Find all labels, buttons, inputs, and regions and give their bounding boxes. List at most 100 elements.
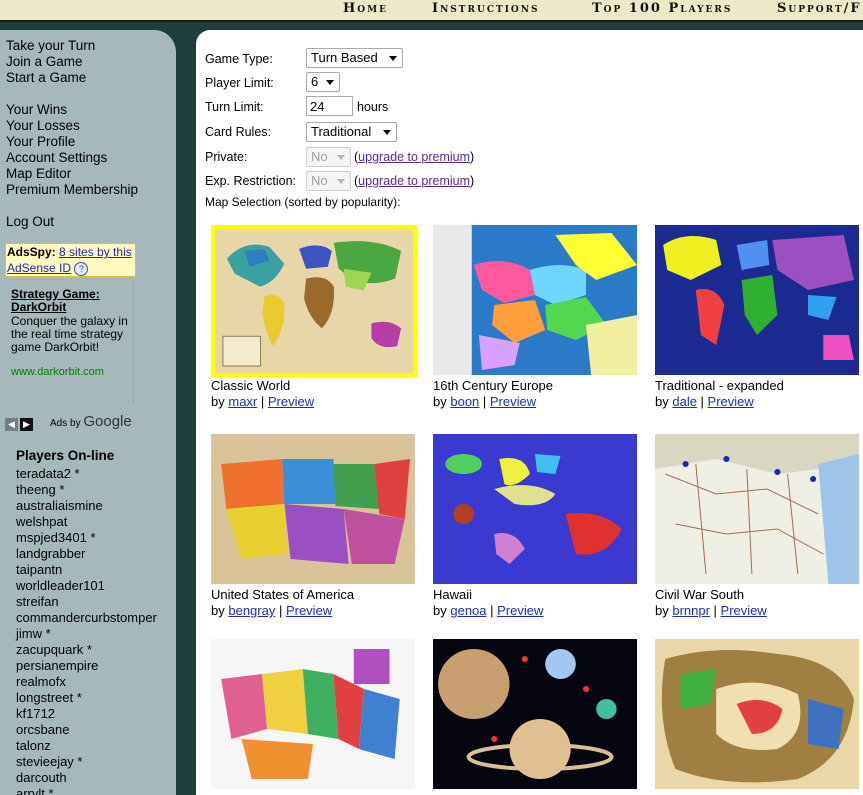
player-online-item[interactable]: orcsbane	[16, 722, 157, 738]
player-online-item[interactable]: theeng *	[16, 482, 157, 498]
turn-limit-unit: hours	[357, 100, 389, 114]
map-credit: by brnnpr | Preview	[655, 603, 767, 618]
map-preview-link[interactable]: Preview	[286, 603, 332, 618]
map-card: 16th Century Europe by boon | Preview	[433, 225, 643, 415]
map-thumbnail-hawaii[interactable]	[433, 434, 637, 584]
sidebar-take-your-turn[interactable]: Take your Turn	[6, 38, 95, 53]
player-online-item[interactable]: realmofx	[16, 674, 157, 690]
map-card	[433, 639, 643, 795]
sidebar-your-profile[interactable]: Your Profile	[6, 134, 75, 149]
chevron-right-icon[interactable]: ▶	[20, 418, 33, 431]
game-type-value: Turn Based	[311, 50, 378, 65]
player-online-item[interactable]: arrylt *	[16, 786, 157, 795]
sidebar-premium-membership[interactable]: Premium Membership	[6, 182, 138, 197]
map-thumbnail-fantasy-realm[interactable]	[655, 639, 859, 789]
ad-title[interactable]: Strategy Game: DarkOrbit	[11, 288, 131, 314]
exp-restriction-upgrade-link[interactable]: upgrade to premium	[358, 174, 470, 188]
map-preview-link[interactable]: Preview	[708, 394, 754, 409]
player-online-item[interactable]: stevieejay *	[16, 754, 157, 770]
by-label: by	[211, 394, 225, 409]
map-thumbnail-canada[interactable]	[211, 639, 415, 789]
ad-url[interactable]: www.darkorbit.com	[11, 366, 104, 378]
adspy-adsense-link[interactable]: AdSense ID	[7, 261, 71, 275]
player-online-item[interactable]: longstreet *	[16, 690, 157, 706]
sidebar: Take your Turn Join a Game Start a Game …	[0, 30, 176, 795]
card-rules-select[interactable]: Traditional	[306, 122, 397, 142]
adspy-sites-link[interactable]: 8 sites by this	[59, 245, 132, 259]
player-online-item[interactable]: worldleader101	[16, 578, 157, 594]
map-author-link[interactable]: dale	[672, 394, 697, 409]
ads-by-label: Ads by	[50, 418, 81, 429]
player-online-item[interactable]: zacupquark *	[16, 642, 157, 658]
nav-top-100-players[interactable]: Top 100 Players	[592, 1, 732, 19]
player-online-item[interactable]: talonz	[16, 738, 157, 754]
adspy-box: AdsSpy: 8 sites by this AdSense ID ?	[5, 243, 136, 277]
map-author-link[interactable]: boon	[450, 394, 479, 409]
map-thumbnail-civil-war-south[interactable]	[655, 434, 859, 584]
player-online-item[interactable]: australiaismine	[16, 498, 157, 514]
private-upgrade-link[interactable]: upgrade to premium	[358, 150, 470, 164]
map-credit: by dale | Preview	[655, 394, 754, 409]
map-thumbnail-traditional-expanded[interactable]	[655, 225, 859, 375]
map-name: Civil War South	[655, 587, 745, 602]
chevron-down-icon	[337, 155, 345, 160]
sidebar-map-editor[interactable]: Map Editor	[6, 166, 71, 181]
players-online-list: teradata2 * theeng * australiaismine welshp…	[16, 466, 157, 795]
sidebar-start-a-game[interactable]: Start a Game	[6, 70, 86, 85]
map-name: Traditional - expanded	[655, 378, 784, 393]
chevron-left-icon[interactable]: ◀	[5, 418, 18, 431]
by-label: by	[433, 603, 447, 618]
turn-limit-input[interactable]	[306, 96, 353, 116]
game-type-select[interactable]: Turn Based	[306, 48, 403, 68]
nav-home[interactable]: Home	[343, 1, 388, 19]
map-credit: by bengray | Preview	[211, 603, 333, 618]
card-rules-label: Card Rules:	[205, 125, 271, 139]
map-thumbnail-classic-world[interactable]	[211, 225, 417, 377]
private-label: Private:	[205, 150, 248, 164]
sidebar-your-losses[interactable]: Your Losses	[6, 118, 80, 133]
map-author-link[interactable]: brnnpr	[672, 603, 710, 618]
player-limit-select[interactable]: 6	[306, 72, 340, 92]
map-author-link[interactable]: genoa	[450, 603, 486, 618]
map-preview-link[interactable]: Preview	[268, 394, 314, 409]
player-online-item[interactable]: commandercurbstomper	[16, 610, 157, 626]
map-thumbnail-16th-century-europe[interactable]	[433, 225, 637, 375]
map-preview-link[interactable]: Preview	[497, 603, 543, 618]
sidebar-account-settings[interactable]: Account Settings	[6, 150, 107, 165]
player-online-item[interactable]: streifan	[16, 594, 157, 610]
map-preview-link[interactable]: Preview	[721, 603, 767, 618]
ad-unit: Strategy Game: DarkOrbit Conquer the gal…	[5, 282, 134, 404]
exp-restriction-upgrade: (upgrade to premium)	[354, 174, 475, 188]
nav-instructions[interactable]: Instructions	[432, 1, 539, 19]
map-card: Traditional - expanded by dale | Preview	[655, 225, 863, 415]
map-preview-link[interactable]: Preview	[490, 394, 536, 409]
nav-support[interactable]: Support/F	[777, 1, 862, 19]
chevron-down-icon	[337, 179, 345, 184]
map-card	[211, 639, 421, 795]
sidebar-your-wins[interactable]: Your Wins	[6, 102, 67, 117]
map-thumbnail-united-states[interactable]	[211, 434, 415, 584]
ads-by-google[interactable]: Ads by Google	[50, 413, 132, 430]
player-online-item[interactable]: jimw *	[16, 626, 157, 642]
private-upgrade: (upgrade to premium)	[354, 150, 475, 164]
players-online-title: Players On-line	[16, 448, 115, 463]
sidebar-join-a-game[interactable]: Join a Game	[6, 54, 83, 69]
ad-body: Conquer the galaxy in the real time stra…	[11, 314, 128, 354]
player-online-item[interactable]: persianempire	[16, 658, 157, 674]
map-card: Hawaii by genoa | Preview	[433, 434, 643, 624]
player-online-item[interactable]: teradata2 *	[16, 466, 157, 482]
player-online-item[interactable]: welshpat	[16, 514, 157, 530]
map-credit: by genoa | Preview	[433, 603, 544, 618]
player-online-item[interactable]: darcouth	[16, 770, 157, 786]
player-online-item[interactable]: kf1712	[16, 706, 157, 722]
map-name: United States of America	[211, 587, 355, 602]
map-author-link[interactable]: bengray	[228, 603, 275, 618]
map-thumbnail-solar-system[interactable]	[433, 639, 637, 789]
player-online-item[interactable]: mspjed3401 *	[16, 530, 157, 546]
help-icon[interactable]: ?	[74, 261, 89, 276]
map-card: Classic World by maxr | Preview	[211, 225, 421, 415]
player-online-item[interactable]: landgrabber	[16, 546, 157, 562]
player-online-item[interactable]: taipantn	[16, 562, 157, 578]
sidebar-log-out[interactable]: Log Out	[6, 214, 54, 229]
map-author-link[interactable]: maxr	[228, 394, 257, 409]
